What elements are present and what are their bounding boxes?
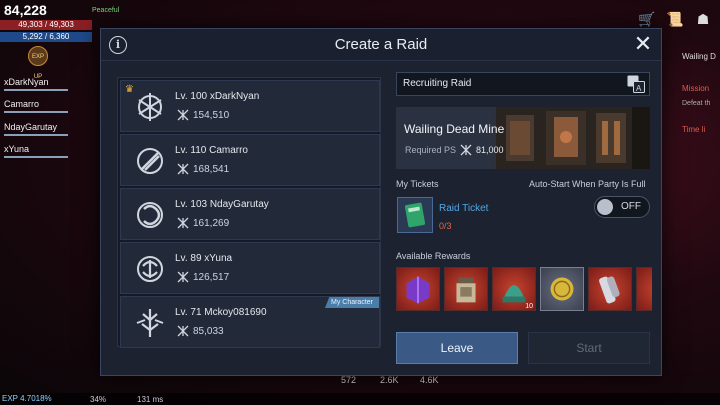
raid-type-field[interactable]: Recruiting Raid A — [396, 72, 650, 96]
purple-chest-icon[interactable] — [396, 267, 440, 311]
member-power-value: 85,033 — [193, 325, 224, 337]
autostart-label: Auto-Start When Party Is Full — [529, 179, 646, 189]
raid-ticket-icon[interactable] — [397, 197, 433, 233]
member-power-value: 161,269 — [193, 217, 230, 229]
raid-ticket-name[interactable]: Raid Ticket — [439, 203, 488, 214]
battery-readout: 34% — [90, 395, 107, 404]
party-sidebar-hp — [4, 156, 68, 158]
side-quest-timer: Time li — [682, 125, 706, 134]
partial-item-icon[interactable] — [636, 267, 652, 311]
member-power: 161,269 — [177, 217, 229, 229]
member-power: 154,510 — [177, 109, 229, 121]
party-sidebar-hp — [4, 134, 68, 136]
rewards-strip[interactable]: 10 — [396, 267, 652, 311]
dungeon-banner[interactable]: Wailing Dead Mine Required PS 81,000 — [396, 107, 650, 169]
gauntlet-armor-icon[interactable] — [588, 267, 632, 311]
member-power-value: 126,517 — [193, 271, 230, 283]
score-readout: 84,228 — [4, 2, 47, 18]
power-score-icon — [177, 109, 189, 121]
class-emblem-icon — [137, 202, 163, 228]
party-sidebar-name[interactable]: Camarro — [4, 99, 39, 109]
quest-scroll-icon[interactable]: 📜 — [666, 10, 684, 28]
my-tickets-label: My Tickets — [396, 179, 439, 189]
member-power-value: 168,541 — [193, 163, 230, 175]
member-level-name: Lv. 103 NdayGarutay — [175, 199, 269, 210]
member-level-name: Lv. 100 xDarkNyan — [175, 91, 260, 102]
member-power-value: 154,510 — [193, 109, 230, 121]
party-member-list: ♛ Lv. 100 xDarkNyan 154,510 Lv. 110 Cama… — [117, 77, 381, 348]
power-score-icon — [177, 217, 189, 229]
ping-readout: 131 ms — [137, 395, 164, 404]
party-member-row[interactable]: ♛ Lv. 100 xDarkNyan 154,510 — [120, 80, 380, 132]
party-member-row[interactable]: Lv. 89 xYuna 126,517 — [120, 242, 380, 294]
toggle-state: OFF — [621, 201, 641, 212]
gold-coin-icon[interactable] — [540, 267, 584, 311]
svg-text:A: A — [636, 84, 642, 93]
party-sidebar-hp — [4, 89, 68, 91]
bottom-hud-value: 2.6K — [380, 375, 399, 385]
close-icon[interactable]: ✕ — [633, 33, 653, 55]
member-power: 85,033 — [177, 325, 224, 337]
power-score-icon — [177, 271, 189, 283]
class-emblem-icon — [137, 256, 163, 282]
class-emblem-icon — [138, 93, 162, 121]
dialog-title: Create a Raid — [334, 36, 428, 53]
top-right-menu: 🛒 📜 ☗ — [638, 10, 712, 28]
required-power-value: 81,000 — [476, 145, 504, 155]
party-member-row[interactable]: Lv. 103 NdayGarutay 161,269 — [120, 188, 380, 240]
required-power: Required PS 81,000 — [405, 144, 504, 156]
dungeon-name: Wailing Dead Mine — [404, 122, 505, 136]
class-emblem-icon — [136, 309, 164, 337]
class-emblem-icon — [137, 148, 163, 174]
side-quest-title: Wailing D — [682, 52, 716, 61]
party-sidebar-hp — [4, 111, 68, 113]
required-power-label: Required PS — [405, 145, 457, 155]
autostart-toggle[interactable]: OFF — [594, 196, 650, 218]
raid-type-value: Recruiting Raid — [403, 78, 472, 89]
bottom-hud-value: 4.6K — [420, 375, 439, 385]
party-sidebar-name[interactable]: NdayGarutay — [4, 122, 57, 132]
bottom-hud-value: 572 — [341, 375, 357, 385]
power-score-icon — [177, 325, 189, 337]
reward-count: 10 — [525, 303, 533, 310]
start-button[interactable]: Start — [528, 332, 650, 364]
translate-icon[interactable]: A — [627, 75, 645, 93]
my-character-tag: My Character — [324, 297, 379, 308]
member-power: 126,517 — [177, 271, 229, 283]
shop-cart-icon[interactable]: 🛒 — [638, 10, 656, 28]
power-score-icon — [177, 163, 189, 175]
member-level-name: Lv. 71 Mckoy081690 — [175, 307, 267, 318]
dialog-header: i Create a Raid ✕ — [101, 29, 661, 61]
party-member-row[interactable]: My Character Lv. 71 Mckoy081690 85,033 — [120, 296, 380, 348]
peaceful-status: Peaceful — [92, 7, 120, 14]
dungeon-mine-image — [496, 107, 650, 169]
hp-bar: 49,303 / 49,303 — [0, 20, 92, 30]
side-quest-desc: Defeat th — [682, 100, 711, 107]
party-sidebar-name[interactable]: xDarkNyan — [4, 77, 49, 87]
rewards-label: Available Rewards — [396, 251, 471, 261]
exp-text: EXP 4.7018% — [2, 394, 52, 403]
member-level-name: Lv. 110 Camarro — [175, 145, 248, 156]
toggle-knob — [597, 199, 613, 215]
raid-ticket-count: 0/3 — [439, 221, 452, 231]
mp-bar: 5,292 / 6,360 — [0, 32, 92, 42]
character-icon[interactable]: ☗ — [694, 10, 712, 28]
member-level-name: Lv. 89 xYuna — [175, 253, 233, 264]
info-icon[interactable]: i — [109, 36, 127, 54]
party-sidebar-name[interactable]: xYuna — [4, 144, 29, 154]
create-raid-dialog: i Create a Raid ✕ ♛ Lv. 100 xDarkNyan 15… — [100, 28, 662, 376]
side-quest-mission: Mission — [682, 84, 710, 93]
exp-up-badge: EXP UP — [28, 46, 48, 80]
exp-bar: EXP 4.7018% — [0, 393, 720, 405]
power-score-icon — [460, 144, 472, 156]
lantern-jar-icon[interactable] — [444, 267, 488, 311]
leave-button[interactable]: Leave — [396, 332, 518, 364]
party-member-row[interactable]: Lv. 110 Camarro 168,541 — [120, 134, 380, 186]
jade-relic-icon[interactable]: 10 — [492, 267, 536, 311]
member-power: 168,541 — [177, 163, 229, 175]
